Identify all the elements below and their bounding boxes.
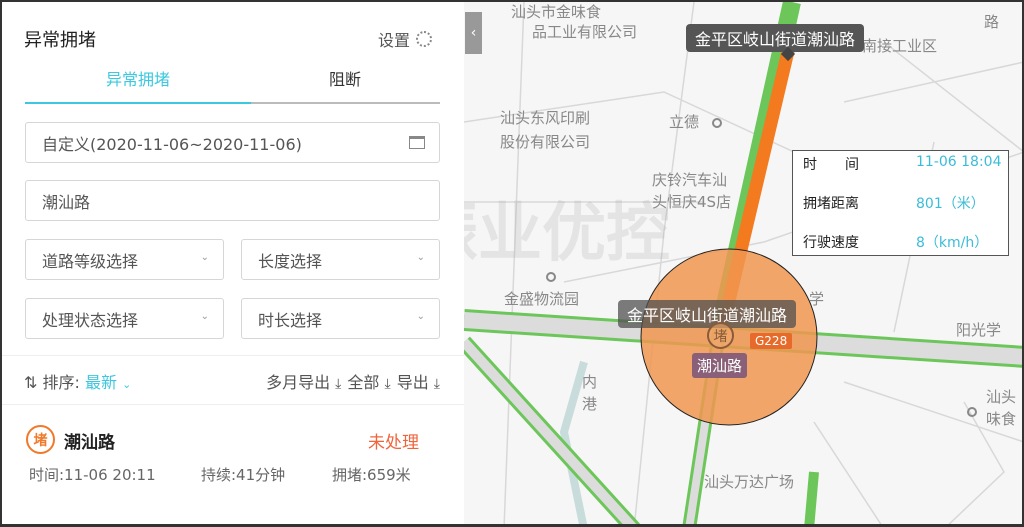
download-icon: ⤓ [335,376,342,392]
divider [2,404,464,405]
settings-button[interactable]: 设置 [378,27,433,51]
map-label: 味食 [986,410,1017,428]
map-label: 内 [582,373,598,391]
export-actions: 多月导出 ⤓ 全部 ⤓ 导出 ⤓ [266,369,440,393]
map-label: 学 [809,290,825,308]
select-label: 处理状态选择 [42,310,139,330]
location-tooltip: 金平区岐山街道潮汕路 [686,24,865,52]
map-label: 港 [582,395,598,413]
road-level-select[interactable]: 道路等级选择 ⌄ [25,239,224,280]
location-tooltip: 金平区岐山街道潮汕路 [618,300,797,328]
export-multi-month-button[interactable]: 多月导出 ⤓ [266,369,341,393]
congestion-marker-icon[interactable]: 堵 [707,322,734,349]
chevron-down-icon: ⌄ [200,311,209,322]
date-range-picker[interactable]: 自定义(2020-11-06~2020-11-06) [25,122,440,163]
export-label: 多月导出 [266,373,331,392]
item-time: 时间:11-06 20:11 [29,466,156,484]
map-label: 庆铃汽车汕 [652,171,728,189]
map-label: 阳光学 [956,321,1002,339]
map-label: 汕头东风印刷 [500,109,591,127]
info-value: 801（米） [916,196,985,212]
tab-congestion[interactable]: 异常拥堵 [25,66,251,90]
collapse-panel-button[interactable]: ‹ [465,12,482,54]
chevron-down-icon: ⌄ [122,378,132,391]
date-range-value: 自定义(2020-11-06~2020-11-06) [42,134,302,154]
map-label: 头恒庆4S店 [652,193,732,211]
sort-control[interactable]: ⇅ 排序: 最新 ⌄ [24,369,131,393]
status-badge: 未处理 [368,433,419,453]
select-label: 道路等级选择 [42,251,139,271]
select-label: 长度选择 [258,251,323,271]
map-label: 汕头万达广场 [704,473,795,491]
status-select[interactable]: 处理状态选择 ⌄ [25,298,224,339]
road-search-value: 潮汕路 [42,192,91,212]
info-key: 时 间 [803,157,859,173]
chevron-down-icon: ⌄ [200,252,209,263]
chevron-down-icon: ⌄ [416,311,425,322]
download-icon: ⤓ [433,376,440,392]
download-icon: ⤓ [384,376,391,392]
export-all-button[interactable]: 全部 ⤓ [347,369,390,393]
sort-label: 排序: [42,373,80,392]
map-label: 汕头 [986,388,1017,406]
export-label: 全部 [347,373,380,392]
info-key: 拥堵距离 [803,196,859,212]
tab-blockage[interactable]: 阻断 [232,66,458,90]
map-label: 金盛物流园 [504,290,580,308]
watermark-logo: 振业优控 [464,197,670,271]
info-key: 行驶速度 [803,235,859,251]
info-value: 8（km/h） [916,235,989,251]
export-button[interactable]: 导出 ⤓ [397,369,440,393]
item-duration: 持续:41分钟 [201,466,286,484]
congestion-badge-icon: 堵 [26,425,55,454]
duration-select[interactable]: 时长选择 ⌄ [241,298,440,339]
map-label: 立德 [669,113,700,131]
calendar-icon [409,136,425,149]
export-label: 导出 [396,373,429,392]
panel-title: 异常拥堵 [24,30,96,51]
select-label: 时长选择 [258,310,323,330]
sort-value: 最新 [85,373,118,392]
map[interactable]: 振业优控 汕头市金味食 品工业有限公司 南接工业区 汕头东风印刷 股份有限公司 … [464,2,1022,524]
divider [2,355,464,356]
road-shield: G228 [750,333,793,349]
map-label: 汕头市金味食 [511,3,602,21]
sort-icon: ⇅ [24,373,38,392]
settings-label: 设置 [378,31,411,50]
congestion-info-box: 时 间 11-06 18:04 拥堵距离 801（米） 行驶速度 8（km/h） [792,150,1009,256]
side-panel: 异常拥堵 设置 异常拥堵 阻断 自定义(2020-11-06~2020-11-0… [2,2,464,524]
map-label: 路 [984,13,1000,31]
gear-icon [416,31,433,47]
info-value: 11-06 18:04 [916,154,1002,170]
tab-active-indicator [25,102,251,104]
list-item[interactable]: 堵 潮汕路 未处理 时间:11-06 20:11 持续:41分钟 拥堵:659米 [2,407,464,497]
length-select[interactable]: 长度选择 ⌄ [241,239,440,280]
road-label: 潮汕路 [692,353,748,378]
poi-icon [546,272,556,282]
map-label: 南接工业区 [862,37,938,55]
road-search-input[interactable]: 潮汕路 [25,180,440,221]
poi-icon [967,407,977,417]
map-label: 股份有限公司 [500,133,591,151]
map-label: 品工业有限公司 [532,23,638,41]
chevron-left-icon: ‹ [470,25,477,41]
item-length: 拥堵:659米 [332,466,411,484]
item-road: 潮汕路 [64,433,115,453]
chevron-down-icon: ⌄ [416,252,425,263]
poi-icon [712,118,722,128]
